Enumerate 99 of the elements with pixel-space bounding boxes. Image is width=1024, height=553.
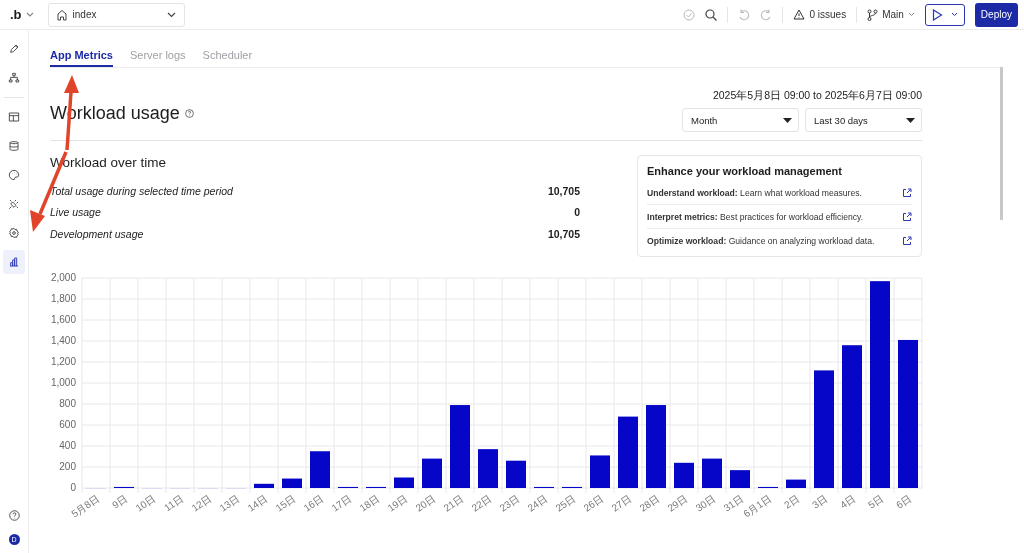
axis-tick-label: 5日: [866, 492, 886, 511]
check-circle-icon[interactable]: [683, 8, 696, 21]
bar: [478, 449, 498, 488]
axis-tick-label: 17日: [329, 492, 354, 514]
axis-tick-label: 5月8日: [69, 492, 102, 520]
axis-tick-label: 1,000: [50, 377, 76, 388]
axis-tick-label: 1,600: [50, 314, 76, 325]
bar: [310, 451, 330, 488]
axis-tick-label: 13日: [217, 492, 242, 514]
page-select[interactable]: index: [47, 2, 185, 27]
axis-tick-label: 2,000: [50, 272, 76, 283]
axis-tick-label: 25日: [553, 492, 578, 514]
chevron-down-icon: [166, 11, 176, 18]
bar: [394, 477, 414, 488]
date-range: 2025年5月8日 09:00 to 2025年6月7日 09:00: [712, 89, 922, 103]
axis-tick-label: 28日: [637, 492, 662, 514]
pencil-icon: [8, 43, 20, 55]
axis-tick-label: 16日: [301, 492, 326, 514]
resource-link[interactable]: Optimize workload: Guidance on analyzing workload data.: [647, 235, 875, 246]
axis-tick-label: 1,400: [50, 335, 76, 346]
bar: [702, 458, 722, 488]
chevron-down-icon: [950, 12, 958, 17]
axis-tick-label: 27日: [609, 492, 634, 514]
card-title: Enhance your workload management: [647, 165, 843, 177]
run-button[interactable]: [924, 3, 965, 26]
bar: [506, 460, 526, 488]
nav-item[interactable]: [3, 250, 25, 274]
axis-tick-label: 18日: [357, 492, 382, 514]
resource-link[interactable]: Interpret metrics: Best practices for workload efficiency.: [647, 211, 864, 222]
branch-select[interactable]: Main: [867, 8, 915, 21]
search-icon[interactable]: [705, 8, 718, 21]
axis-tick-label: 20日: [413, 492, 438, 514]
axis-tick-label: 800: [59, 398, 76, 409]
axis-tick-label: 6日: [894, 492, 914, 511]
bar: [254, 483, 274, 488]
bar: [674, 462, 694, 488]
tab[interactable]: App Metrics: [50, 49, 113, 67]
axis-tick-label: 22日: [469, 492, 494, 514]
axis-tick-label: 21日: [441, 492, 466, 514]
sitemap-icon: [8, 72, 20, 84]
play-icon: [931, 8, 943, 21]
dropdown-arrow-icon: [906, 117, 915, 123]
axis-tick-label: 30日: [693, 492, 718, 514]
axis-tick-label: 14日: [245, 492, 270, 514]
metric-label: Total usage during selected time period: [50, 184, 233, 197]
axis-tick-label: 200: [59, 461, 76, 472]
axis-tick-label: 15日: [273, 492, 298, 514]
help-icon[interactable]: [184, 109, 194, 118]
axis-tick-label: 12日: [189, 492, 214, 514]
external-link-icon[interactable]: [902, 211, 912, 222]
axis-tick-label: 10日: [133, 492, 158, 514]
metric-value: 0: [574, 206, 580, 219]
bar: [590, 455, 610, 488]
axis-tick-label: 19日: [385, 492, 410, 514]
logo[interactable]: .b: [10, 7, 22, 22]
axis-tick-label: 24日: [525, 492, 550, 514]
axis-tick-label: 2日: [782, 492, 802, 511]
scrollbar[interactable]: [1000, 67, 1003, 220]
axis-tick-label: 23日: [497, 492, 522, 514]
metric-label: Live usage: [50, 206, 101, 219]
axis-tick-label: 0: [70, 482, 76, 493]
chart-icon: [8, 256, 20, 268]
bar: [618, 416, 638, 488]
axis-tick-label: 1,800: [50, 293, 76, 304]
resource-link[interactable]: Understand workload: Learn what workload measures.: [647, 187, 862, 198]
help-icon[interactable]: [8, 510, 20, 521]
caret-icon[interactable]: [25, 11, 34, 18]
bar: [282, 478, 302, 488]
axis-tick-label: 600: [59, 419, 76, 430]
external-link-icon[interactable]: [902, 235, 912, 246]
axis-tick-label: 4日: [838, 492, 858, 511]
layout-icon: [8, 111, 20, 123]
metric-value: 10,705: [547, 227, 580, 240]
deploy-button[interactable]: Deploy: [974, 2, 1018, 27]
palette-icon: [8, 169, 20, 181]
chevron-down-icon: [907, 12, 915, 17]
bar: [422, 458, 442, 488]
dropdown-arrow-icon: [783, 117, 792, 123]
metric-label: Development usage: [50, 227, 144, 240]
axis-tick-label: 26日: [581, 492, 606, 514]
bar: [786, 479, 806, 488]
period-select[interactable]: Last 30 days: [805, 108, 922, 132]
axis-tick-label: 9日: [110, 492, 130, 511]
plug-icon: [8, 198, 20, 210]
issues-button[interactable]: 0 issues: [793, 9, 847, 20]
axis-tick-label: 1,200: [50, 356, 76, 367]
warning-icon: [793, 9, 806, 20]
axis-tick-label: 400: [59, 440, 76, 451]
database-icon: [8, 140, 20, 152]
external-link-icon[interactable]: [902, 187, 912, 198]
bar: [730, 470, 750, 488]
gear-icon: [8, 227, 20, 239]
axis-tick-label: 29日: [665, 492, 690, 514]
branch-icon: [867, 8, 879, 21]
metric-value: 10,705: [547, 184, 580, 197]
home-icon: [55, 8, 68, 21]
axis-tick-label: 3日: [810, 492, 830, 511]
interval-select[interactable]: Month: [682, 108, 799, 132]
axis-tick-label: 11日: [162, 492, 186, 514]
